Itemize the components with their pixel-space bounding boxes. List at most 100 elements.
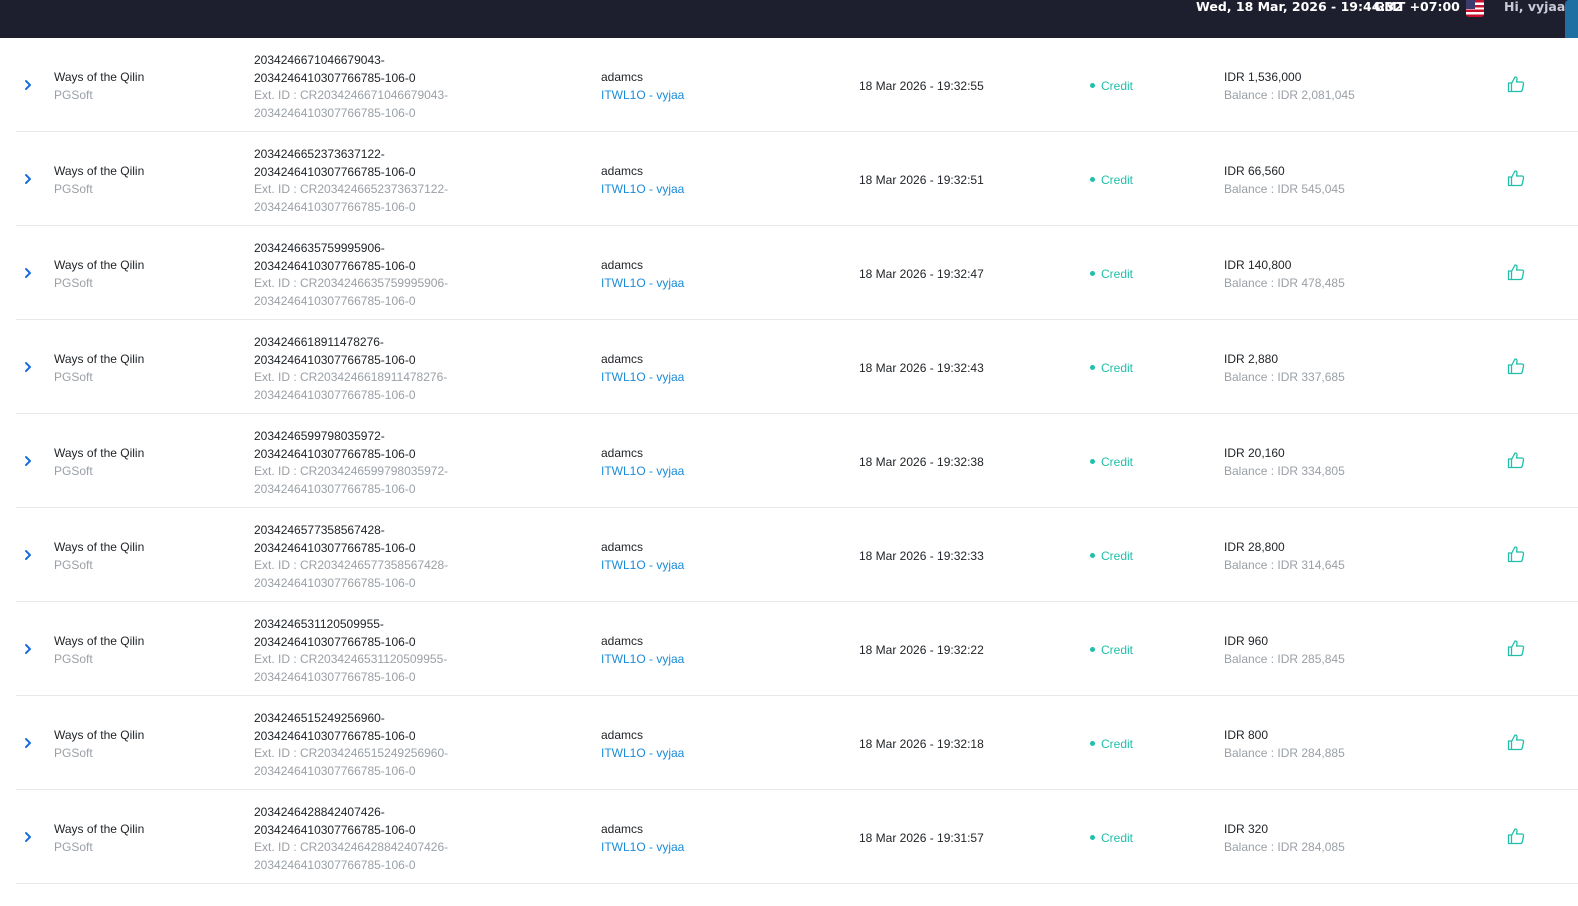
transaction-type-badge: Credit <box>1090 266 1133 283</box>
us-flag-icon[interactable] <box>1466 0 1484 17</box>
table-row: Ways of the Qilin PGSoft 203424661891147… <box>16 320 1578 414</box>
transaction-type-label: Credit <box>1101 549 1134 563</box>
player-cell: adamcs ITWL1O - vyjaa <box>601 163 684 198</box>
thumbs-up-icon[interactable] <box>1507 263 1525 281</box>
transaction-id-cell: 2034246652373637122- 2034246410307766785… <box>254 146 504 216</box>
transaction-amount: IDR 1,536,000 <box>1224 70 1302 84</box>
game-cell: Ways of the Qilin PGSoft <box>54 821 144 856</box>
player-username: adamcs <box>601 164 644 178</box>
transaction-id-cell: 2034246531120509955- 2034246410307766785… <box>254 616 504 686</box>
thumbs-up-icon[interactable] <box>1507 639 1525 657</box>
transaction-amount: IDR 960 <box>1224 634 1269 648</box>
transaction-id-line2: 2034246410307766785-106-0 <box>254 258 416 273</box>
chevron-right-icon[interactable] <box>23 737 33 749</box>
agent-link[interactable]: ITWL1O - vyjaa <box>601 651 684 669</box>
player-username: adamcs <box>601 352 644 366</box>
thumbs-up-icon[interactable] <box>1507 733 1525 751</box>
transaction-time: 18 Mar 2026 - 19:32:47 <box>859 267 984 281</box>
chevron-right-icon[interactable] <box>23 643 33 655</box>
chevron-right-icon[interactable] <box>23 173 33 185</box>
agent-link[interactable]: ITWL1O - vyjaa <box>601 87 684 105</box>
transaction-amount: IDR 2,880 <box>1224 352 1279 366</box>
player-username: adamcs <box>601 822 644 836</box>
balance-after: Balance : IDR 2,081,045 <box>1224 87 1355 102</box>
transaction-id-line2: 2034246410307766785-106-0 <box>254 352 416 367</box>
status-dot-icon <box>1090 271 1095 277</box>
transaction-time: 18 Mar 2026 - 19:32:51 <box>859 173 984 187</box>
amount-cell: IDR 28,800 Balance : IDR 314,645 <box>1224 539 1345 574</box>
transaction-id-line1: 2034246515249256960- <box>254 711 385 725</box>
external-id-line1: Ext. ID : CR2034246428842407426- <box>254 840 449 854</box>
transaction-type-label: Credit <box>1101 173 1134 187</box>
transaction-type-badge: Credit <box>1090 360 1133 377</box>
game-cell: Ways of the Qilin PGSoft <box>54 257 144 292</box>
game-provider: PGSoft <box>54 181 93 196</box>
amount-cell: IDR 800 Balance : IDR 284,885 <box>1224 727 1345 762</box>
player-cell: adamcs ITWL1O - vyjaa <box>601 351 684 386</box>
status-dot-icon <box>1090 177 1095 183</box>
balance-after: Balance : IDR 284,885 <box>1224 745 1345 760</box>
player-username: adamcs <box>601 446 644 460</box>
chevron-right-icon[interactable] <box>23 549 33 561</box>
game-cell: Ways of the Qilin PGSoft <box>54 445 144 480</box>
player-cell: adamcs ITWL1O - vyjaa <box>601 69 684 104</box>
agent-link[interactable]: ITWL1O - vyjaa <box>601 745 684 763</box>
chevron-right-icon[interactable] <box>23 455 33 467</box>
thumbs-up-icon[interactable] <box>1507 451 1525 469</box>
thumbs-up-icon[interactable] <box>1507 357 1525 375</box>
game-name: Ways of the Qilin <box>54 540 145 554</box>
agent-link[interactable]: ITWL1O - vyjaa <box>601 463 684 481</box>
status-dot-icon <box>1090 83 1095 89</box>
external-id-line1: Ext. ID : CR2034246652373637122- <box>254 182 449 196</box>
game-name: Ways of the Qilin <box>54 258 145 272</box>
game-name: Ways of the Qilin <box>54 352 145 366</box>
game-name: Ways of the Qilin <box>54 634 145 648</box>
amount-cell: IDR 20,160 Balance : IDR 334,805 <box>1224 445 1345 480</box>
transaction-id-line2: 2034246410307766785-106-0 <box>254 822 416 837</box>
thumbs-up-icon[interactable] <box>1507 75 1525 93</box>
chevron-right-icon[interactable] <box>23 267 33 279</box>
table-row: Ways of the Qilin PGSoft 203424651524925… <box>16 696 1578 790</box>
transaction-time: 18 Mar 2026 - 19:31:57 <box>859 831 984 845</box>
transaction-type-label: Credit <box>1101 79 1134 93</box>
transaction-time: 18 Mar 2026 - 19:32:33 <box>859 549 984 563</box>
user-greeting[interactable]: Hi, vyjaa <box>1504 0 1565 14</box>
status-dot-icon <box>1090 459 1095 465</box>
external-id-line2: 2034246410307766785-106-0 <box>254 857 416 872</box>
chevron-right-icon[interactable] <box>23 79 33 91</box>
transaction-type-badge: Credit <box>1090 78 1133 95</box>
timezone-label: GMT +07:00 <box>1374 0 1460 14</box>
agent-link[interactable]: ITWL1O - vyjaa <box>601 839 684 857</box>
table-row: Ways of the Qilin PGSoft 203424653112050… <box>16 602 1578 696</box>
transaction-time: 18 Mar 2026 - 19:32:22 <box>859 643 984 657</box>
table-row: Ways of the Qilin PGSoft 203424642884240… <box>16 790 1578 884</box>
thumbs-up-icon[interactable] <box>1507 827 1525 845</box>
transaction-time: 18 Mar 2026 - 19:32:18 <box>859 737 984 751</box>
chevron-right-icon[interactable] <box>23 831 33 843</box>
external-id-line1: Ext. ID : CR2034246599798035972- <box>254 464 449 478</box>
agent-link[interactable]: ITWL1O - vyjaa <box>601 369 684 387</box>
transaction-id-cell: 2034246515249256960- 2034246410307766785… <box>254 710 504 780</box>
external-id-line2: 2034246410307766785-106-0 <box>254 293 416 308</box>
game-provider: PGSoft <box>54 745 93 760</box>
status-dot-icon <box>1090 835 1095 841</box>
game-name: Ways of the Qilin <box>54 164 145 178</box>
player-cell: adamcs ITWL1O - vyjaa <box>601 727 684 762</box>
transaction-amount: IDR 140,800 <box>1224 258 1292 272</box>
thumbs-up-icon[interactable] <box>1507 545 1525 563</box>
external-id-line2: 2034246410307766785-106-0 <box>254 387 416 402</box>
player-cell: adamcs ITWL1O - vyjaa <box>601 257 684 292</box>
player-username: adamcs <box>601 258 644 272</box>
transaction-id-cell: 2034246635759995906- 2034246410307766785… <box>254 240 504 310</box>
transaction-type-label: Credit <box>1101 361 1134 375</box>
agent-link[interactable]: ITWL1O - vyjaa <box>601 275 684 293</box>
status-dot-icon <box>1090 553 1095 559</box>
agent-link[interactable]: ITWL1O - vyjaa <box>601 557 684 575</box>
agent-link[interactable]: ITWL1O - vyjaa <box>601 181 684 199</box>
thumbs-up-icon[interactable] <box>1507 169 1525 187</box>
game-provider: PGSoft <box>54 463 93 478</box>
game-cell: Ways of the Qilin PGSoft <box>54 69 144 104</box>
transaction-type-badge: Credit <box>1090 830 1133 847</box>
balance-after: Balance : IDR 285,845 <box>1224 651 1345 666</box>
chevron-right-icon[interactable] <box>23 361 33 373</box>
